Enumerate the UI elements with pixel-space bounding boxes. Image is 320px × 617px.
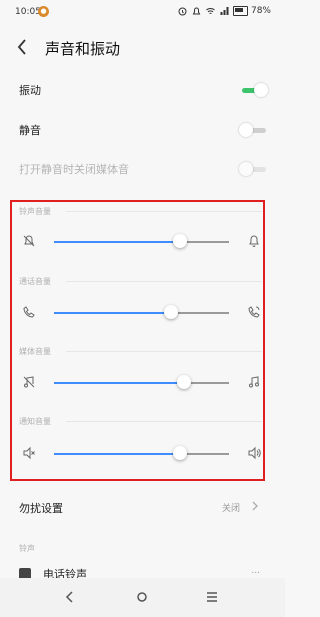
notification-volume-slider[interactable] xyxy=(54,446,229,462)
phone-volume-icon xyxy=(248,306,260,318)
vibrate-toggle[interactable] xyxy=(239,81,269,99)
alarm-icon xyxy=(178,7,187,16)
toggle-knob xyxy=(239,162,253,176)
divider xyxy=(66,211,262,212)
toggle-knob xyxy=(254,83,268,97)
header: 声音和振动 xyxy=(0,35,285,63)
slider-thumb[interactable] xyxy=(177,375,191,389)
media-volume-label: 媒体音量 xyxy=(19,347,51,356)
speaker-icon xyxy=(248,446,261,460)
notification-volume-label: 通知音量 xyxy=(19,417,51,426)
ringtone-section-label: 铃声 xyxy=(19,544,35,553)
slider-thumb[interactable] xyxy=(173,234,187,248)
nav-home-icon[interactable] xyxy=(134,589,150,605)
vibrate-label: 振动 xyxy=(19,84,41,97)
slider-fill xyxy=(54,453,180,455)
nav-back-icon[interactable] xyxy=(62,589,78,605)
navigation-bar xyxy=(0,578,285,617)
music-icon xyxy=(249,376,259,388)
ringer-off-icon xyxy=(23,235,35,247)
chevron-right-icon xyxy=(252,501,258,511)
slider-thumb[interactable] xyxy=(173,446,187,460)
call-volume-slider[interactable] xyxy=(54,305,229,321)
slider-fill xyxy=(54,382,184,384)
dnd-label: 勿扰设置 xyxy=(19,502,63,515)
ringer-icon xyxy=(249,235,259,247)
page-title: 声音和振动 xyxy=(45,40,121,58)
signal-icon xyxy=(220,7,229,15)
battery-icon xyxy=(232,6,248,16)
phone-icon xyxy=(23,306,35,318)
slider-fill xyxy=(54,241,180,243)
dnd-value: 关闭 xyxy=(221,504,240,514)
silent-media-toggle xyxy=(239,160,269,178)
ringer-volume-label: 铃声音量 xyxy=(19,207,51,216)
back-arrow-icon[interactable] xyxy=(16,38,28,56)
notification-dot-icon: ● xyxy=(38,6,49,17)
ringer-volume-slider[interactable] xyxy=(54,234,229,250)
divider xyxy=(66,351,262,352)
call-volume-label: 通话音量 xyxy=(19,277,51,286)
status-bar: 10:05 ● 78% xyxy=(0,0,285,24)
battery-percent: 78% xyxy=(250,6,271,16)
silent-media-row: 打开静音时关闭媒体音 xyxy=(19,157,269,181)
wifi-icon xyxy=(206,8,215,14)
slider-thumb[interactable] xyxy=(164,305,178,319)
divider xyxy=(66,281,262,282)
speaker-mute-icon xyxy=(23,446,35,460)
media-volume-slider[interactable] xyxy=(54,375,229,391)
bell-icon xyxy=(192,7,201,15)
nav-menu-icon[interactable] xyxy=(204,589,220,605)
mute-label: 静音 xyxy=(19,124,41,137)
vibrate-row[interactable]: 振动 xyxy=(19,78,269,102)
slider-fill xyxy=(54,312,171,314)
status-icons: 78% xyxy=(177,6,271,16)
silent-media-label: 打开静音时关闭媒体音 xyxy=(19,163,129,176)
phone-ringtone-value: ... xyxy=(251,566,260,576)
dnd-settings-row[interactable]: 勿扰设置 关闭 xyxy=(19,496,266,520)
music-off-icon xyxy=(23,376,35,388)
divider xyxy=(66,421,262,422)
mute-toggle[interactable] xyxy=(239,121,269,139)
toggle-knob xyxy=(239,123,253,137)
mute-row[interactable]: 静音 xyxy=(19,118,269,142)
